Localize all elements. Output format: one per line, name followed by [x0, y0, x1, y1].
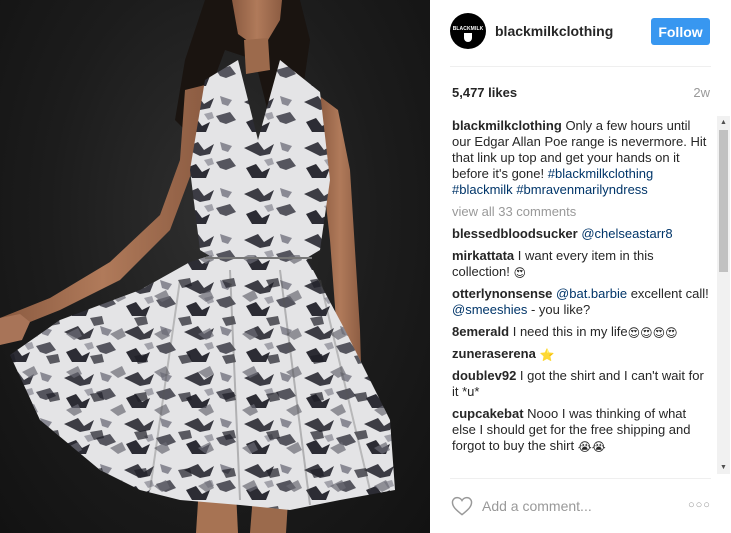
- comment-username[interactable]: 8emerald: [452, 324, 509, 339]
- caption-username[interactable]: blackmilkclothing: [452, 118, 562, 133]
- comment-text: excellent call!: [630, 286, 709, 301]
- comment-item: 8emerald I need this in my life😍😍😍😍: [452, 324, 712, 340]
- header-divider: [450, 66, 711, 67]
- comment-text: - you like?: [530, 302, 591, 317]
- star-emoji-icon: ⭐: [539, 348, 555, 362]
- post-details-panel: BLACKMILK blackmilkclothing Follow 5,477…: [430, 0, 731, 533]
- hashtag-link[interactable]: #bmravenmarilyndress: [516, 182, 648, 197]
- comment-item: otterlynonsense @bat.barbie excellent ca…: [452, 286, 712, 318]
- comments-list[interactable]: blackmilkclothing Only a few hours until…: [452, 118, 712, 476]
- comment-footer: ○○○: [430, 478, 731, 533]
- scroll-down-arrow-icon[interactable]: ▼: [717, 461, 730, 474]
- comment-username[interactable]: zuneraserena: [452, 346, 536, 361]
- comment-text: I need this in my life: [512, 324, 628, 339]
- add-comment-input[interactable]: [482, 498, 682, 514]
- scroll-up-arrow-icon[interactable]: ▲: [717, 116, 730, 129]
- hashtag-link[interactable]: #blackmilkclothing: [548, 166, 654, 181]
- mention-link[interactable]: @bat.barbie: [556, 286, 627, 301]
- likes-count[interactable]: 5,477 likes: [452, 85, 517, 100]
- comment-item: blessedbloodsucker @chelseastarr8: [452, 226, 712, 242]
- profile-avatar[interactable]: BLACKMILK: [450, 13, 486, 49]
- comment-username[interactable]: blessedbloodsucker: [452, 226, 578, 241]
- heart-eyes-emoji-icon: 😍: [513, 266, 526, 280]
- caption: blackmilkclothing Only a few hours until…: [452, 118, 712, 198]
- comment-username[interactable]: otterlynonsense: [452, 286, 552, 301]
- comment-username[interactable]: doublev92: [452, 368, 516, 383]
- comment-item: mirkattata I want every item in this col…: [452, 248, 712, 280]
- more-options-icon[interactable]: ○○○: [688, 499, 711, 511]
- mention-link[interactable]: @smeeshies: [452, 302, 527, 317]
- follow-button[interactable]: Follow: [651, 18, 710, 45]
- comment-item: zuneraserena ⭐: [452, 346, 712, 362]
- comment-username[interactable]: cupcakebat: [452, 406, 524, 421]
- crying-emoji-icon: 😭😭: [577, 440, 606, 454]
- scrollbar-thumb[interactable]: [719, 130, 728, 272]
- comments-scrollbar[interactable]: ▲ ▼: [717, 116, 730, 474]
- heart-eyes-emoji-icon: 😍😍😍😍: [627, 326, 678, 340]
- post-age[interactable]: 2w: [693, 85, 710, 100]
- post-photo: [0, 0, 430, 533]
- mention-link[interactable]: @chelseastarr8: [581, 226, 672, 241]
- post-header: BLACKMILK blackmilkclothing Follow: [430, 0, 731, 66]
- post-username[interactable]: blackmilkclothing: [495, 23, 613, 39]
- avatar-drip-shape: [464, 33, 472, 42]
- view-all-comments-link[interactable]: view all 33 comments: [452, 204, 712, 220]
- hashtag-link[interactable]: #blackmilk: [452, 182, 513, 197]
- comment-item: cupcakebat Nooo I was thinking of what e…: [452, 406, 712, 454]
- dress-photo-illustration: [0, 0, 395, 533]
- comment-item: doublev92 I got the shirt and I can't wa…: [452, 368, 712, 400]
- avatar-logo-text: BLACKMILK: [452, 26, 484, 32]
- comment-username[interactable]: mirkattata: [452, 248, 514, 263]
- heart-icon[interactable]: [451, 496, 473, 516]
